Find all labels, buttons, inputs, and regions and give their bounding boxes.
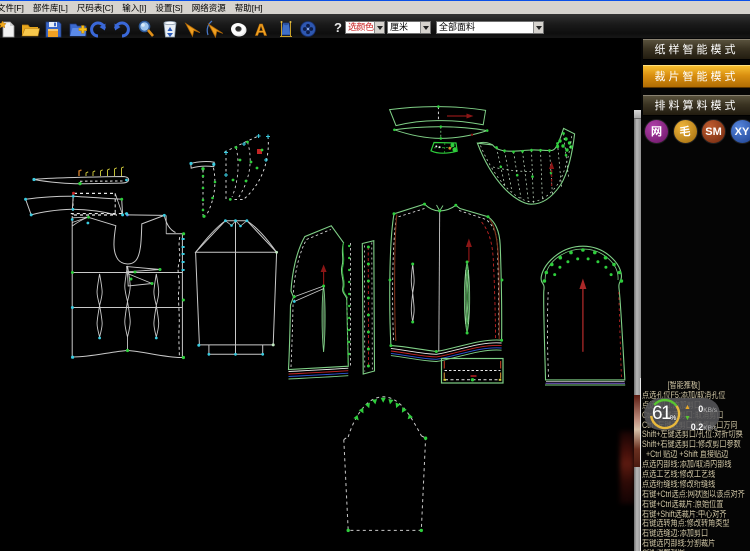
svg-text:A: A [255,20,267,39]
